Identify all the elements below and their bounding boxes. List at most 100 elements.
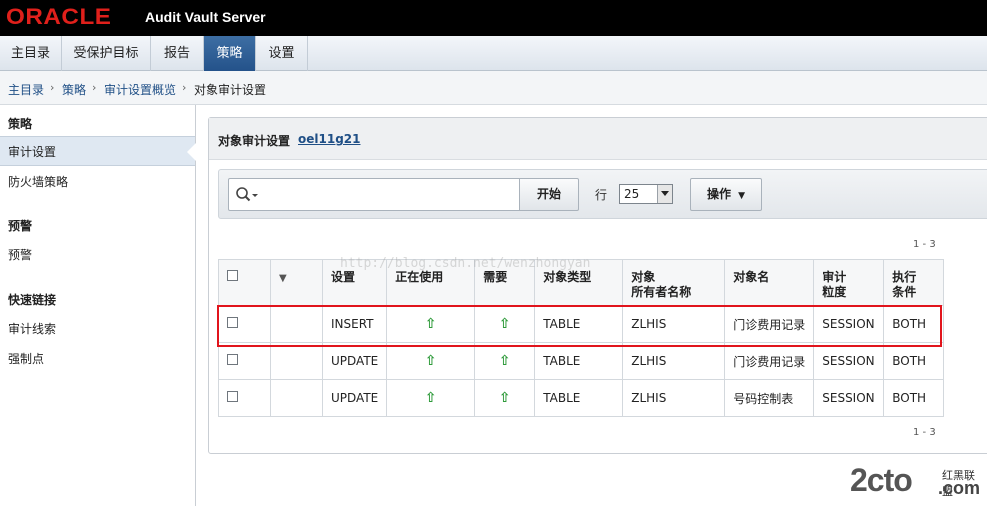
object-name-cell: 门诊费用记录 — [724, 342, 815, 380]
column-header-setting[interactable]: 设置 — [321, 259, 388, 306]
tab-reports[interactable]: 报告 — [151, 36, 204, 71]
object-name-cell: 号码控制表 — [724, 379, 815, 417]
required-cell: ⇧ — [474, 379, 536, 417]
top-banner: ORACLE Audit Vault Server — [0, 0, 987, 36]
sort-header[interactable]: ▼ — [270, 259, 323, 306]
breadcrumb-policy[interactable]: 策略 — [62, 81, 86, 98]
column-header-owner[interactable]: 对象 所有者名称 — [622, 259, 726, 306]
table-row[interactable]: UPDATE ⇧ ⇧ TABLE ZLHIS 门诊费用记录 SESSION BO… — [218, 342, 945, 380]
tab-home[interactable]: 主目录 — [0, 36, 62, 71]
row-checkbox[interactable] — [227, 354, 238, 365]
sidebar-item-label: 强制点 — [8, 352, 45, 366]
sidebar-item-label: 审计设置 — [8, 145, 57, 159]
sidebar-heading-alerts: 预警 — [8, 219, 33, 233]
sidebar-item-alerts[interactable]: 预警 — [0, 240, 195, 270]
audit-settings-table: ▼ 设置 正在使用 需要 对象类型 对象 所有者名称 对象名 审计 粒度 执行 … — [218, 259, 945, 417]
breadcrumb: 主目录 › 策略 › 审计设置概览 › 对象审计设置 — [0, 71, 987, 105]
in-use-cell: ⇧ — [386, 379, 476, 417]
required-cell: ⇧ — [474, 342, 536, 380]
object-name-cell: 门诊费用记录 — [724, 305, 815, 343]
tab-settings[interactable]: 设置 — [256, 36, 308, 71]
select-all-header — [218, 259, 271, 306]
actions-label: 操作 — [706, 187, 731, 201]
site-logo-main: 2cto — [850, 462, 913, 498]
row-checkbox[interactable] — [227, 391, 238, 402]
breadcrumb-home[interactable]: 主目录 — [8, 81, 44, 98]
go-button[interactable]: 开始 — [519, 178, 579, 211]
column-header-required[interactable]: 需要 — [474, 259, 536, 306]
pagination-range-bottom: 1 - 3 — [913, 427, 936, 438]
row-checkbox[interactable] — [227, 317, 238, 328]
object-type-cell: TABLE — [534, 342, 624, 380]
breadcrumb-separator-icon: › — [182, 81, 187, 94]
table-header-row: ▼ 设置 正在使用 需要 对象类型 对象 所有者名称 对象名 审计 粒度 执行 … — [218, 259, 945, 306]
owner-cell: ZLHIS — [622, 305, 726, 343]
column-header-object-type[interactable]: 对象类型 — [534, 259, 624, 306]
select-all-checkbox[interactable] — [227, 270, 238, 281]
up-arrow-icon: ⇧ — [424, 390, 437, 406]
sidebar-item-enforcement-points[interactable]: 强制点 — [0, 344, 195, 374]
condition-cell: BOTH — [883, 342, 945, 380]
rows-per-page-select[interactable]: 25 — [619, 184, 673, 204]
tab-policy[interactable]: 策略 — [204, 36, 256, 71]
in-use-cell: ⇧ — [386, 305, 476, 343]
sidebar-item-audit-trails[interactable]: 审计线索 — [0, 314, 195, 344]
panel-title: 对象审计设置 — [218, 134, 291, 148]
up-arrow-icon: ⇧ — [498, 390, 511, 406]
sidebar-item-firewall-policy[interactable]: 防火墙策略 — [0, 167, 195, 197]
owner-cell: ZLHIS — [622, 379, 726, 417]
sidebar-item-label: 审计线索 — [8, 322, 57, 336]
empty-cell — [270, 305, 323, 343]
column-header-condition[interactable]: 执行 条件 — [883, 259, 945, 306]
chevron-down-icon: ▼ — [738, 191, 746, 201]
search-input[interactable] — [228, 178, 520, 211]
row-select-cell — [218, 305, 271, 343]
sidebar-item-label: 防火墙策略 — [8, 175, 69, 189]
empty-cell — [270, 379, 323, 417]
product-name: Audit Vault Server — [145, 9, 266, 25]
search-toolbar: 开始 行 25 操作 ▼ — [218, 169, 987, 219]
dropdown-arrow-icon — [657, 185, 672, 203]
site-logo: 2cto 红黑联盟 .com — [850, 462, 985, 502]
row-select-cell — [218, 379, 271, 417]
rows-value: 25 — [624, 187, 640, 201]
setting-cell: UPDATE — [321, 342, 388, 380]
sort-arrow-icon[interactable]: ▼ — [279, 273, 287, 284]
sidebar-item-audit-settings[interactable]: 审计设置 — [0, 136, 196, 166]
actions-menu-button[interactable]: 操作 ▼ — [690, 178, 762, 211]
tab-secured-targets[interactable]: 受保护目标 — [62, 36, 151, 71]
target-link[interactable]: oel11g21 — [298, 132, 360, 146]
breadcrumb-separator-icon: › — [92, 81, 97, 94]
up-arrow-icon: ⇧ — [424, 353, 437, 369]
up-arrow-icon: ⇧ — [498, 316, 511, 332]
row-select-cell — [218, 342, 271, 380]
granularity-cell: SESSION — [813, 379, 885, 417]
empty-cell — [270, 342, 323, 380]
object-type-cell: TABLE — [534, 379, 624, 417]
panel-header: 对象审计设置 oel11g21 — [209, 118, 987, 160]
search-icon[interactable] — [235, 186, 261, 204]
up-arrow-icon: ⇧ — [498, 353, 511, 369]
granularity-cell: SESSION — [813, 305, 885, 343]
setting-cell: UPDATE — [321, 379, 388, 417]
sidebar-heading-policy: 策略 — [8, 117, 33, 131]
required-cell: ⇧ — [474, 305, 536, 343]
sidebar-heading-quick-links: 快速链接 — [8, 293, 57, 307]
column-header-in-use[interactable]: 正在使用 — [386, 259, 476, 306]
pagination-range-top: 1 - 3 — [913, 239, 936, 250]
object-audit-panel: 对象审计设置 oel11g21 开始 行 25 操作 ▼ 1 - 3 ▼ 设置 … — [208, 117, 987, 454]
column-header-object-name[interactable]: 对象名 — [724, 259, 815, 306]
granularity-cell: SESSION — [813, 342, 885, 380]
owner-cell: ZLHIS — [622, 342, 726, 380]
condition-cell: BOTH — [883, 379, 945, 417]
sidebar: 策略 审计设置 防火墙策略 预警 预警 快速链接 审计线索 强制点 — [0, 105, 196, 506]
column-header-granularity[interactable]: 审计 粒度 — [813, 259, 885, 306]
breadcrumb-audit-overview[interactable]: 审计设置概览 — [104, 81, 176, 98]
table-row[interactable]: UPDATE ⇧ ⇧ TABLE ZLHIS 号码控制表 SESSION BOT… — [218, 379, 945, 417]
sidebar-item-label: 预警 — [8, 248, 33, 262]
oracle-logo: ORACLE — [6, 4, 112, 29]
table-row[interactable]: INSERT ⇧ ⇧ TABLE ZLHIS 门诊费用记录 SESSION BO… — [218, 305, 945, 343]
active-pointer-icon — [187, 143, 196, 161]
main-tab-bar: 主目录 受保护目标 报告 策略 设置 — [0, 36, 987, 71]
condition-cell: BOTH — [883, 305, 945, 343]
